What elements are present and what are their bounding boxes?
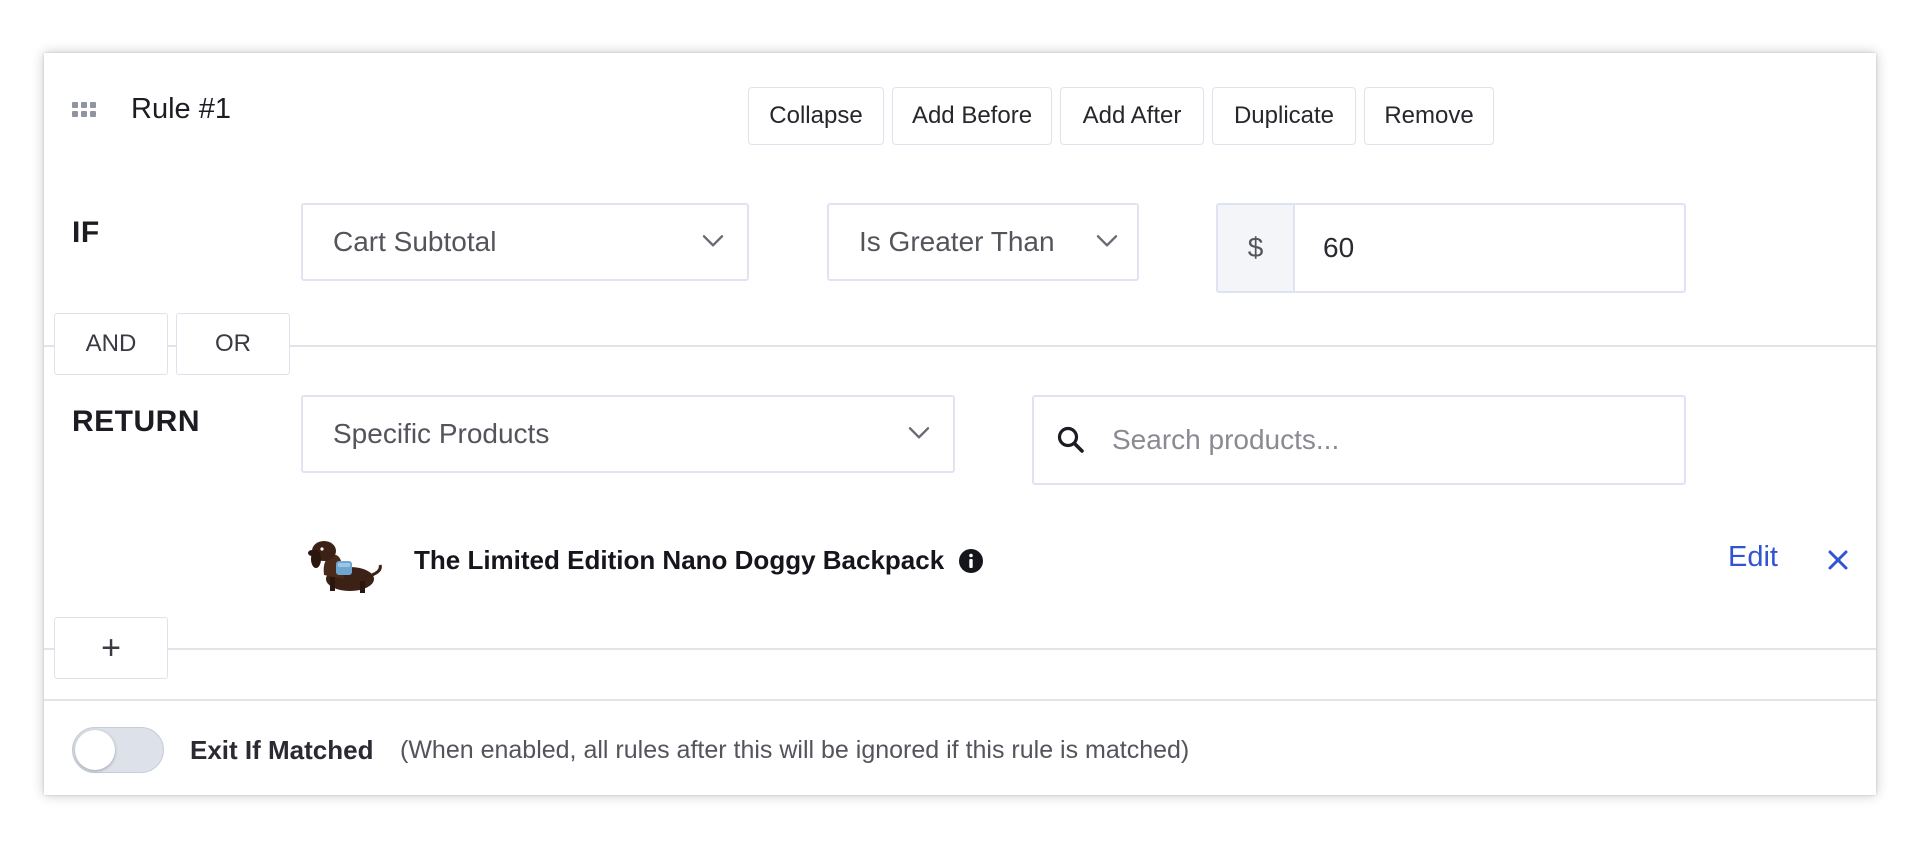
chevron-down-icon	[1096, 235, 1118, 247]
search-icon	[1057, 426, 1084, 453]
condition-operator-value: Is Greater Than	[859, 226, 1055, 257]
product-thumbnail	[308, 541, 382, 593]
chevron-down-icon	[702, 235, 724, 247]
info-icon[interactable]	[958, 548, 984, 574]
divider	[44, 345, 1876, 347]
rule-card: Rule #1 Collapse Add Before Add After Du…	[44, 53, 1876, 795]
toggle-knob	[75, 730, 115, 770]
product-name: The Limited Edition Nano Doggy Backpack	[414, 545, 945, 575]
return-label: RETURN	[72, 405, 200, 438]
and-button[interactable]: AND	[54, 313, 168, 375]
condition-field-select[interactable]: Cart Subtotal	[301, 203, 749, 281]
product-search-input[interactable]	[1112, 424, 1684, 456]
divider	[44, 648, 1876, 650]
drag-handle-icon[interactable]	[72, 102, 98, 120]
condition-value-input[interactable]	[1295, 205, 1684, 291]
currency-prefix: $	[1218, 205, 1295, 291]
collapse-button[interactable]: Collapse	[748, 87, 884, 145]
or-button[interactable]: OR	[176, 313, 290, 375]
condition-field-value: Cart Subtotal	[333, 226, 497, 257]
product-search-field	[1032, 395, 1686, 485]
close-icon[interactable]	[1826, 548, 1850, 572]
return-type-value: Specific Products	[333, 418, 550, 449]
remove-button[interactable]: Remove	[1364, 87, 1494, 145]
chevron-down-icon	[908, 427, 930, 439]
condition-value-group: $	[1216, 203, 1686, 293]
add-product-button[interactable]: +	[54, 617, 168, 679]
add-before-button[interactable]: Add Before	[892, 87, 1052, 145]
if-label: IF	[72, 216, 100, 249]
rule-title: Rule #1	[131, 93, 231, 125]
exit-if-matched-toggle[interactable]	[72, 727, 164, 773]
exit-if-matched-label: Exit If Matched	[190, 735, 374, 765]
exit-if-matched-description: (When enabled, all rules after this will…	[400, 736, 1190, 764]
add-after-button[interactable]: Add After	[1060, 87, 1204, 145]
return-type-select[interactable]: Specific Products	[301, 395, 955, 473]
condition-operator-select[interactable]: Is Greater Than	[827, 203, 1139, 281]
divider	[44, 699, 1876, 701]
product-edit-link[interactable]: Edit	[1728, 541, 1778, 574]
duplicate-button[interactable]: Duplicate	[1212, 87, 1356, 145]
